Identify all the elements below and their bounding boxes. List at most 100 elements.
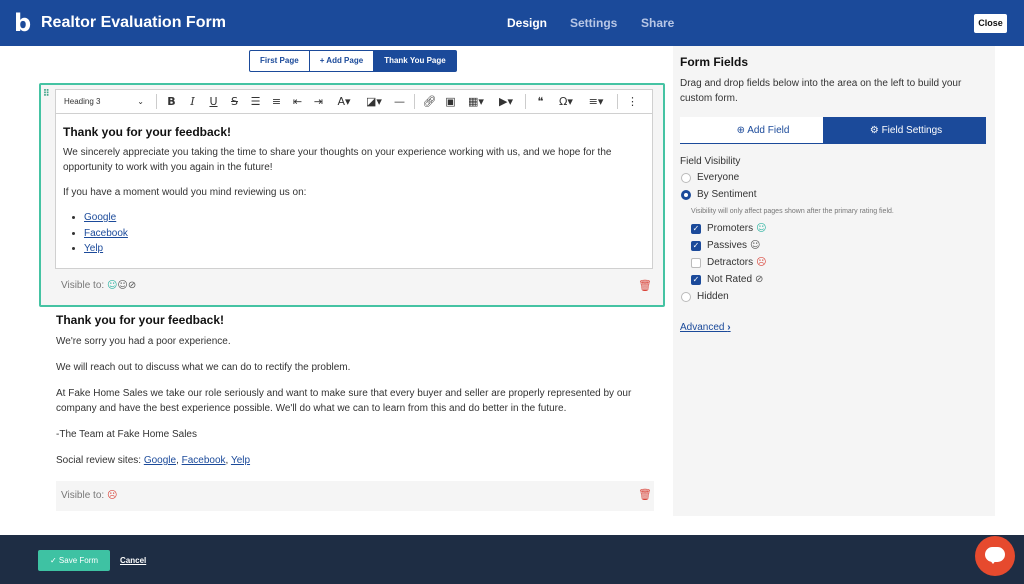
chevron-down-icon: ⌄ [137, 97, 144, 106]
page-tabs: First Page + Add Page Thank You Page [249, 50, 457, 72]
nav-share[interactable]: Share [641, 16, 674, 30]
blockquote-icon[interactable]: ❝ [530, 95, 551, 108]
checkbox-passives[interactable]: ✓ Passives ☺ [691, 240, 760, 251]
appreciation-paragraph: We sincerely appreciate you taking the t… [63, 147, 612, 173]
yelp-link[interactable]: Yelp [84, 243, 103, 254]
italic-icon[interactable]: I [182, 95, 203, 108]
footer-bar [0, 535, 1024, 584]
radio-by-sentiment[interactable]: By Sentiment [681, 189, 756, 200]
promoters-label: Promoters [707, 223, 754, 234]
advanced-link[interactable]: Advanced › [680, 322, 731, 333]
review-links-list: Google Facebook Yelp [84, 210, 645, 257]
link-icon[interactable]: 🔗︎ [419, 95, 440, 108]
save-form-button[interactable]: ✓ Save Form [38, 550, 110, 571]
radio-button[interactable] [681, 291, 691, 302]
close-button[interactable]: Close [974, 14, 1007, 33]
promoter-smile-icon: ☺ [106, 280, 118, 291]
checkbox-not-rated[interactable]: ✓ Not Rated ⊘ [691, 274, 763, 285]
numbered-list-icon[interactable]: ≡ [266, 95, 287, 108]
delete-block-icon[interactable]: 🗑︎ [638, 279, 652, 292]
toolbar-divider [414, 94, 415, 109]
visibility-bar [56, 481, 654, 511]
outdent-icon[interactable]: ⇤ [287, 95, 308, 108]
visibility-summary: Visible to: ☹ [61, 490, 117, 501]
reach-out-paragraph: We will reach out to discuss what we can… [56, 362, 351, 373]
chevron-right-icon: › [727, 322, 731, 333]
form-title: Realtor Evaluation Form [41, 14, 226, 31]
sorry-paragraph: We're sorry you had a poor experience. [56, 336, 231, 347]
list-item: Google [84, 210, 645, 226]
bold-icon[interactable]: B [161, 95, 182, 108]
drag-handle-icon[interactable]: ⠿ [43, 89, 50, 98]
radio-button-selected[interactable] [681, 189, 691, 200]
editor-content[interactable]: Thank you for your feedback! We sincerel… [55, 114, 653, 269]
image-icon[interactable]: ▣ [440, 95, 461, 108]
more-options-icon[interactable]: ⋮ [622, 95, 643, 108]
detractor-thank-you-block[interactable]: Thank you for your feedback! We're sorry… [56, 313, 656, 479]
list-item: Facebook [84, 226, 645, 242]
toolbar-divider [156, 94, 157, 109]
yelp-link[interactable]: Yelp [231, 455, 250, 466]
google-link[interactable]: Google [84, 212, 116, 223]
highlight-icon[interactable]: ◪▾ [359, 95, 389, 108]
align-icon[interactable]: ≡▾ [581, 95, 611, 108]
facebook-link[interactable]: Facebook [182, 455, 226, 466]
save-form-label: Save Form [58, 556, 99, 565]
tab-add-field[interactable]: ⊕ Add Field [680, 117, 843, 144]
checkbox-promoters[interactable]: ✓ Promoters ☺ [691, 223, 767, 234]
chat-bubble-tail [989, 559, 997, 564]
tab-field-settings-label: Field Settings [881, 125, 943, 136]
not-rated-icon: ⊘ [127, 280, 137, 291]
visibility-summary: Visible to: ☺☺⊘ [61, 280, 136, 291]
review-prompt: If you have a moment would you mind revi… [63, 187, 307, 198]
facebook-link[interactable]: Facebook [84, 228, 128, 239]
radio-hidden-label: Hidden [697, 291, 729, 302]
media-embed-icon[interactable]: ▶▾ [491, 95, 521, 108]
bulleted-list-icon[interactable]: ☰ [245, 95, 266, 108]
smile-icon: ☺ [756, 223, 767, 234]
horizontal-line-icon[interactable]: — [389, 95, 410, 108]
visibility-hint: Visibility will only affect pages shown … [691, 208, 894, 215]
checkbox-detractors[interactable]: Detractors ☹ [691, 257, 767, 268]
social-sites-paragraph: Social review sites: Google, Facebook, Y… [56, 453, 656, 468]
tab-thank-you-page[interactable]: Thank You Page [374, 50, 457, 72]
toolbar-divider [617, 94, 618, 109]
checkbox-unchecked[interactable] [691, 257, 701, 268]
advanced-label: Advanced [680, 322, 725, 333]
signature-paragraph: -The Team at Fake Home Sales [56, 429, 197, 440]
special-characters-icon[interactable]: Ω▾ [551, 95, 581, 108]
tab-field-settings[interactable]: ⚙ Field Settings [823, 117, 986, 144]
tab-add-field-label: Add Field [747, 125, 790, 136]
passive-neutral-icon: ☺ [117, 280, 128, 291]
cancel-link[interactable]: Cancel [120, 556, 146, 565]
indent-icon[interactable]: ⇥ [308, 95, 329, 108]
underline-icon[interactable]: U [203, 95, 224, 108]
app-logo[interactable]: b [14, 11, 34, 35]
tab-add-page[interactable]: + Add Page [309, 50, 375, 72]
nav-design[interactable]: Design [507, 16, 547, 30]
detractors-label: Detractors [707, 257, 754, 268]
radio-button[interactable] [681, 172, 691, 183]
google-link[interactable]: Google [144, 455, 176, 466]
table-icon[interactable]: ▦▾ [461, 95, 491, 108]
nav-settings[interactable]: Settings [570, 16, 617, 30]
checkbox-checked[interactable]: ✓ [691, 223, 701, 234]
strikethrough-icon[interactable]: S [224, 95, 245, 108]
radio-everyone[interactable]: Everyone [681, 172, 739, 183]
check-icon: ✓ [49, 556, 57, 565]
frown-icon: ☹ [756, 257, 767, 268]
checkbox-checked[interactable]: ✓ [691, 274, 701, 285]
checkbox-checked[interactable]: ✓ [691, 240, 701, 251]
tab-underline [680, 143, 986, 144]
delete-block-icon[interactable]: 🗑︎ [638, 488, 652, 501]
heading-select[interactable]: Heading 3 ⌄ [64, 97, 152, 106]
sidebar-title: Form Fields [680, 55, 749, 69]
font-color-icon[interactable]: A▾ [329, 95, 359, 108]
radio-by-sentiment-label: By Sentiment [697, 189, 757, 200]
block-heading: Thank you for your feedback! [56, 313, 225, 327]
sidebar-description: Drag and drop fields below into the area… [680, 78, 962, 104]
tab-first-page[interactable]: First Page [249, 50, 310, 72]
social-label: Social review sites: [56, 455, 142, 466]
commitment-paragraph: At Fake Home Sales we take our role seri… [56, 388, 632, 414]
radio-hidden[interactable]: Hidden [681, 291, 729, 302]
